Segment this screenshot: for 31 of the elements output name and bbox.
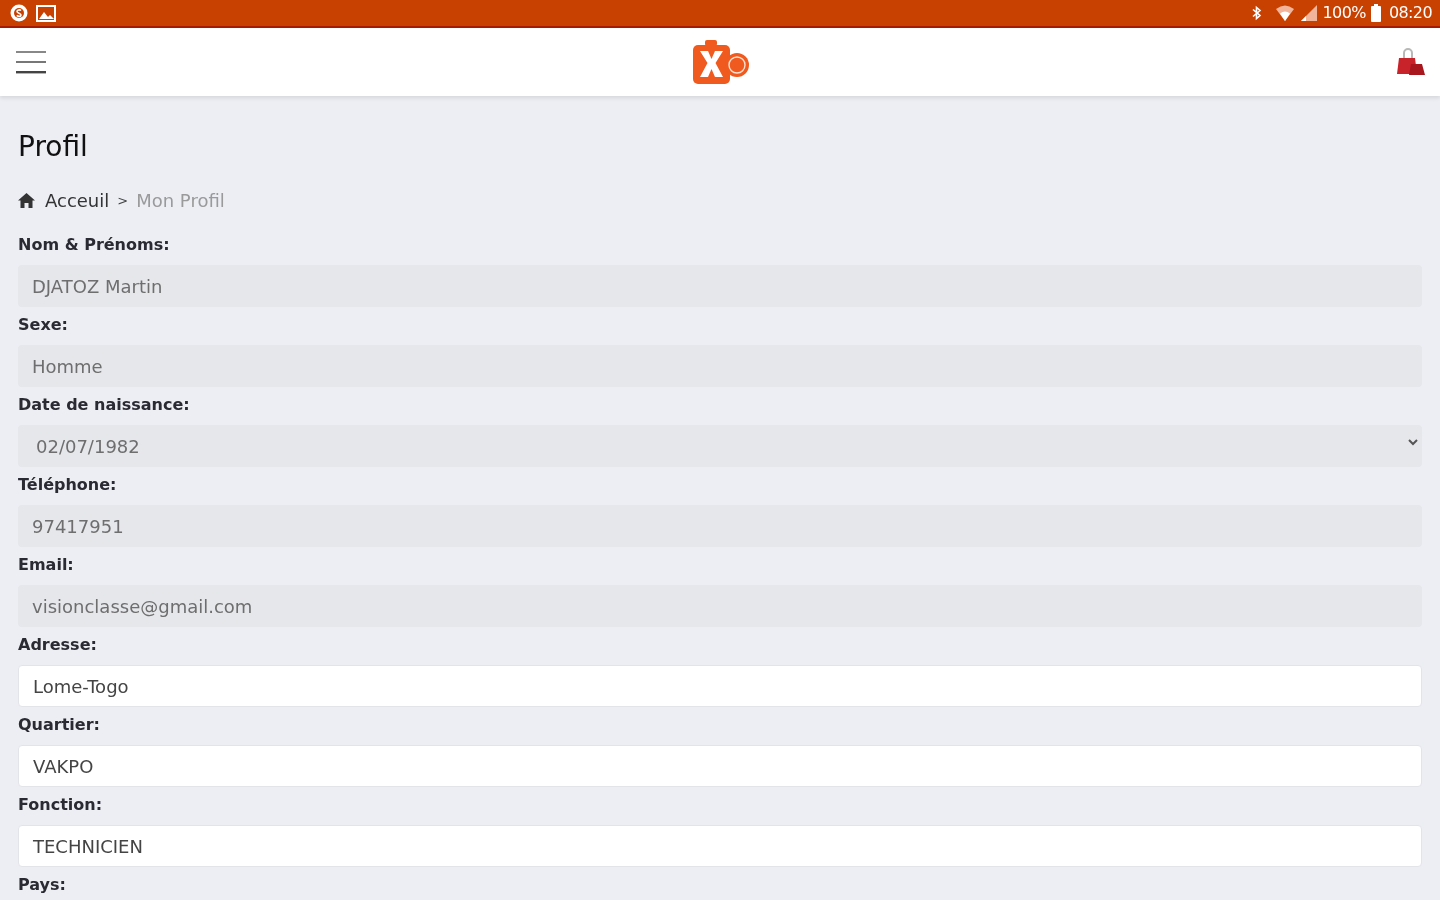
shopping-bags-icon <box>1394 46 1426 78</box>
text-field[interactable]: Lome-Togo <box>18 665 1422 707</box>
field-label: Fonction: <box>18 794 103 816</box>
text-field[interactable]: VAKPO <box>18 745 1422 787</box>
text-field[interactable]: TECHNICIEN <box>18 825 1422 867</box>
image-icon <box>36 4 56 22</box>
field-label: Nom & Prénoms: <box>18 234 170 256</box>
breadcrumb-link[interactable]: Acceuil <box>18 189 110 211</box>
chevron-down-icon <box>1408 438 1418 446</box>
page-title: Profil <box>18 129 89 165</box>
field-label: Téléphone: <box>18 474 117 496</box>
field-label: Adresse: <box>18 634 97 656</box>
battery-icon <box>1370 4 1381 22</box>
app-notification-icon <box>10 4 28 22</box>
signal-icon <box>1299 5 1318 21</box>
logo-icon <box>692 39 750 85</box>
status-time: 08:20 <box>1388 3 1432 23</box>
field-label: Date de naissance: <box>18 394 190 416</box>
breadcrumb-separator: > <box>117 192 129 208</box>
breadcrumb-current: Mon Profil <box>136 189 225 211</box>
field-label: Email: <box>18 554 74 576</box>
field-label: Pays: <box>18 874 66 896</box>
field-label: Quartier: <box>18 714 100 736</box>
menu-button[interactable] <box>16 50 46 74</box>
wifi-icon <box>1274 4 1295 22</box>
home-icon <box>18 192 35 208</box>
field-label: Sexe: <box>18 314 68 336</box>
battery-percentage: 100% <box>1322 3 1366 23</box>
cart-button[interactable] <box>1394 46 1426 78</box>
bluetooth-icon <box>1251 5 1262 21</box>
menu-icon <box>16 50 46 74</box>
